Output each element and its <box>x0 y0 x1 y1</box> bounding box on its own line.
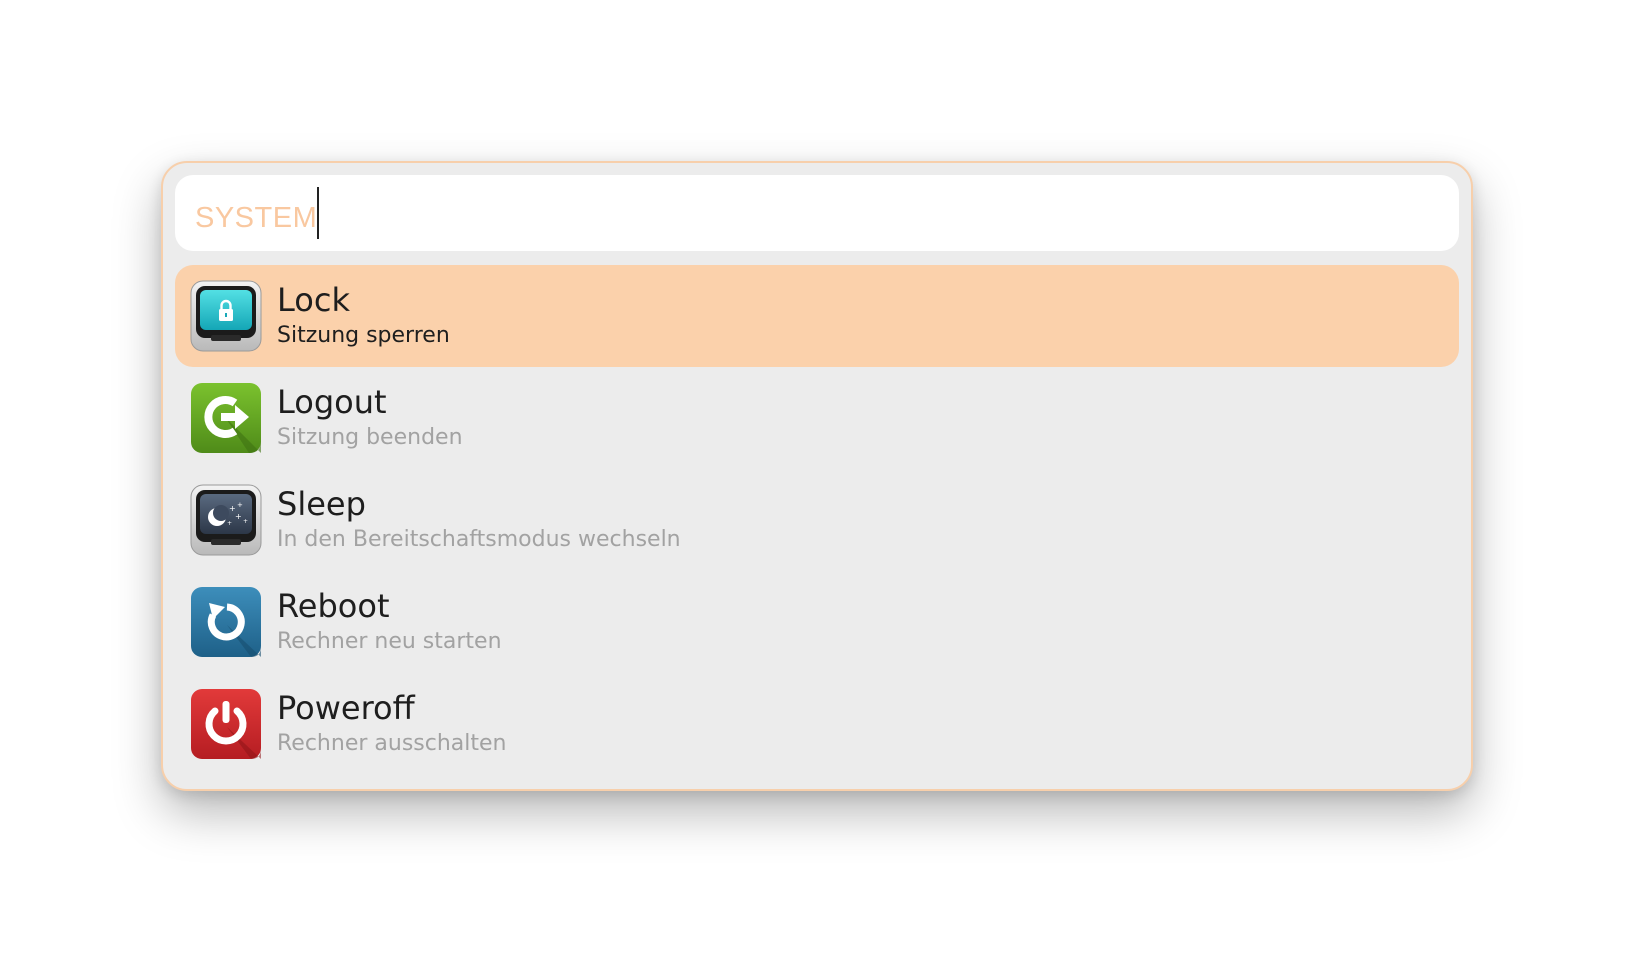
result-item-logout[interactable]: Logout Sitzung beenden <box>175 367 1459 469</box>
search-box[interactable]: SYSTEM <box>175 175 1459 251</box>
logout-arrow-icon <box>189 381 263 455</box>
result-item-reboot[interactable]: Reboot Rechner neu starten <box>175 571 1459 673</box>
reboot-arrow-icon <box>189 585 263 659</box>
result-subtitle: Sitzung beenden <box>277 425 463 450</box>
svg-text:+: + <box>235 512 242 521</box>
search-input[interactable] <box>317 183 1459 243</box>
sleep-moon-icon: + + + + + <box>189 483 263 557</box>
result-subtitle: Rechner ausschalten <box>277 731 507 756</box>
result-item-lock[interactable]: Lock Sitzung sperren <box>175 265 1459 367</box>
results-list: Lock Sitzung sperren Logout Sitzung been… <box>175 265 1459 775</box>
svg-text:+: + <box>227 520 232 527</box>
system-launcher-window: SYSTEM Lock Sitzung sperren Logout Sitzu… <box>161 161 1473 791</box>
result-item-sleep[interactable]: + + + + + Sleep In den Bereitschaftsmodu… <box>175 469 1459 571</box>
result-subtitle: Rechner neu starten <box>277 629 502 654</box>
mode-label: SYSTEM <box>195 201 318 234</box>
text-caret <box>317 187 319 239</box>
result-subtitle: Sitzung sperren <box>277 323 450 348</box>
lock-screen-icon <box>189 279 263 353</box>
svg-text:+: + <box>237 501 243 509</box>
result-title: Lock <box>277 281 350 319</box>
result-title: Poweroff <box>277 689 415 727</box>
svg-text:+: + <box>243 518 248 525</box>
result-title: Logout <box>277 383 387 421</box>
power-icon <box>189 687 263 761</box>
result-title: Reboot <box>277 587 390 625</box>
result-subtitle: In den Bereitschaftsmodus wechseln <box>277 527 681 552</box>
result-title: Sleep <box>277 485 366 523</box>
result-item-poweroff[interactable]: Poweroff Rechner ausschalten <box>175 673 1459 775</box>
